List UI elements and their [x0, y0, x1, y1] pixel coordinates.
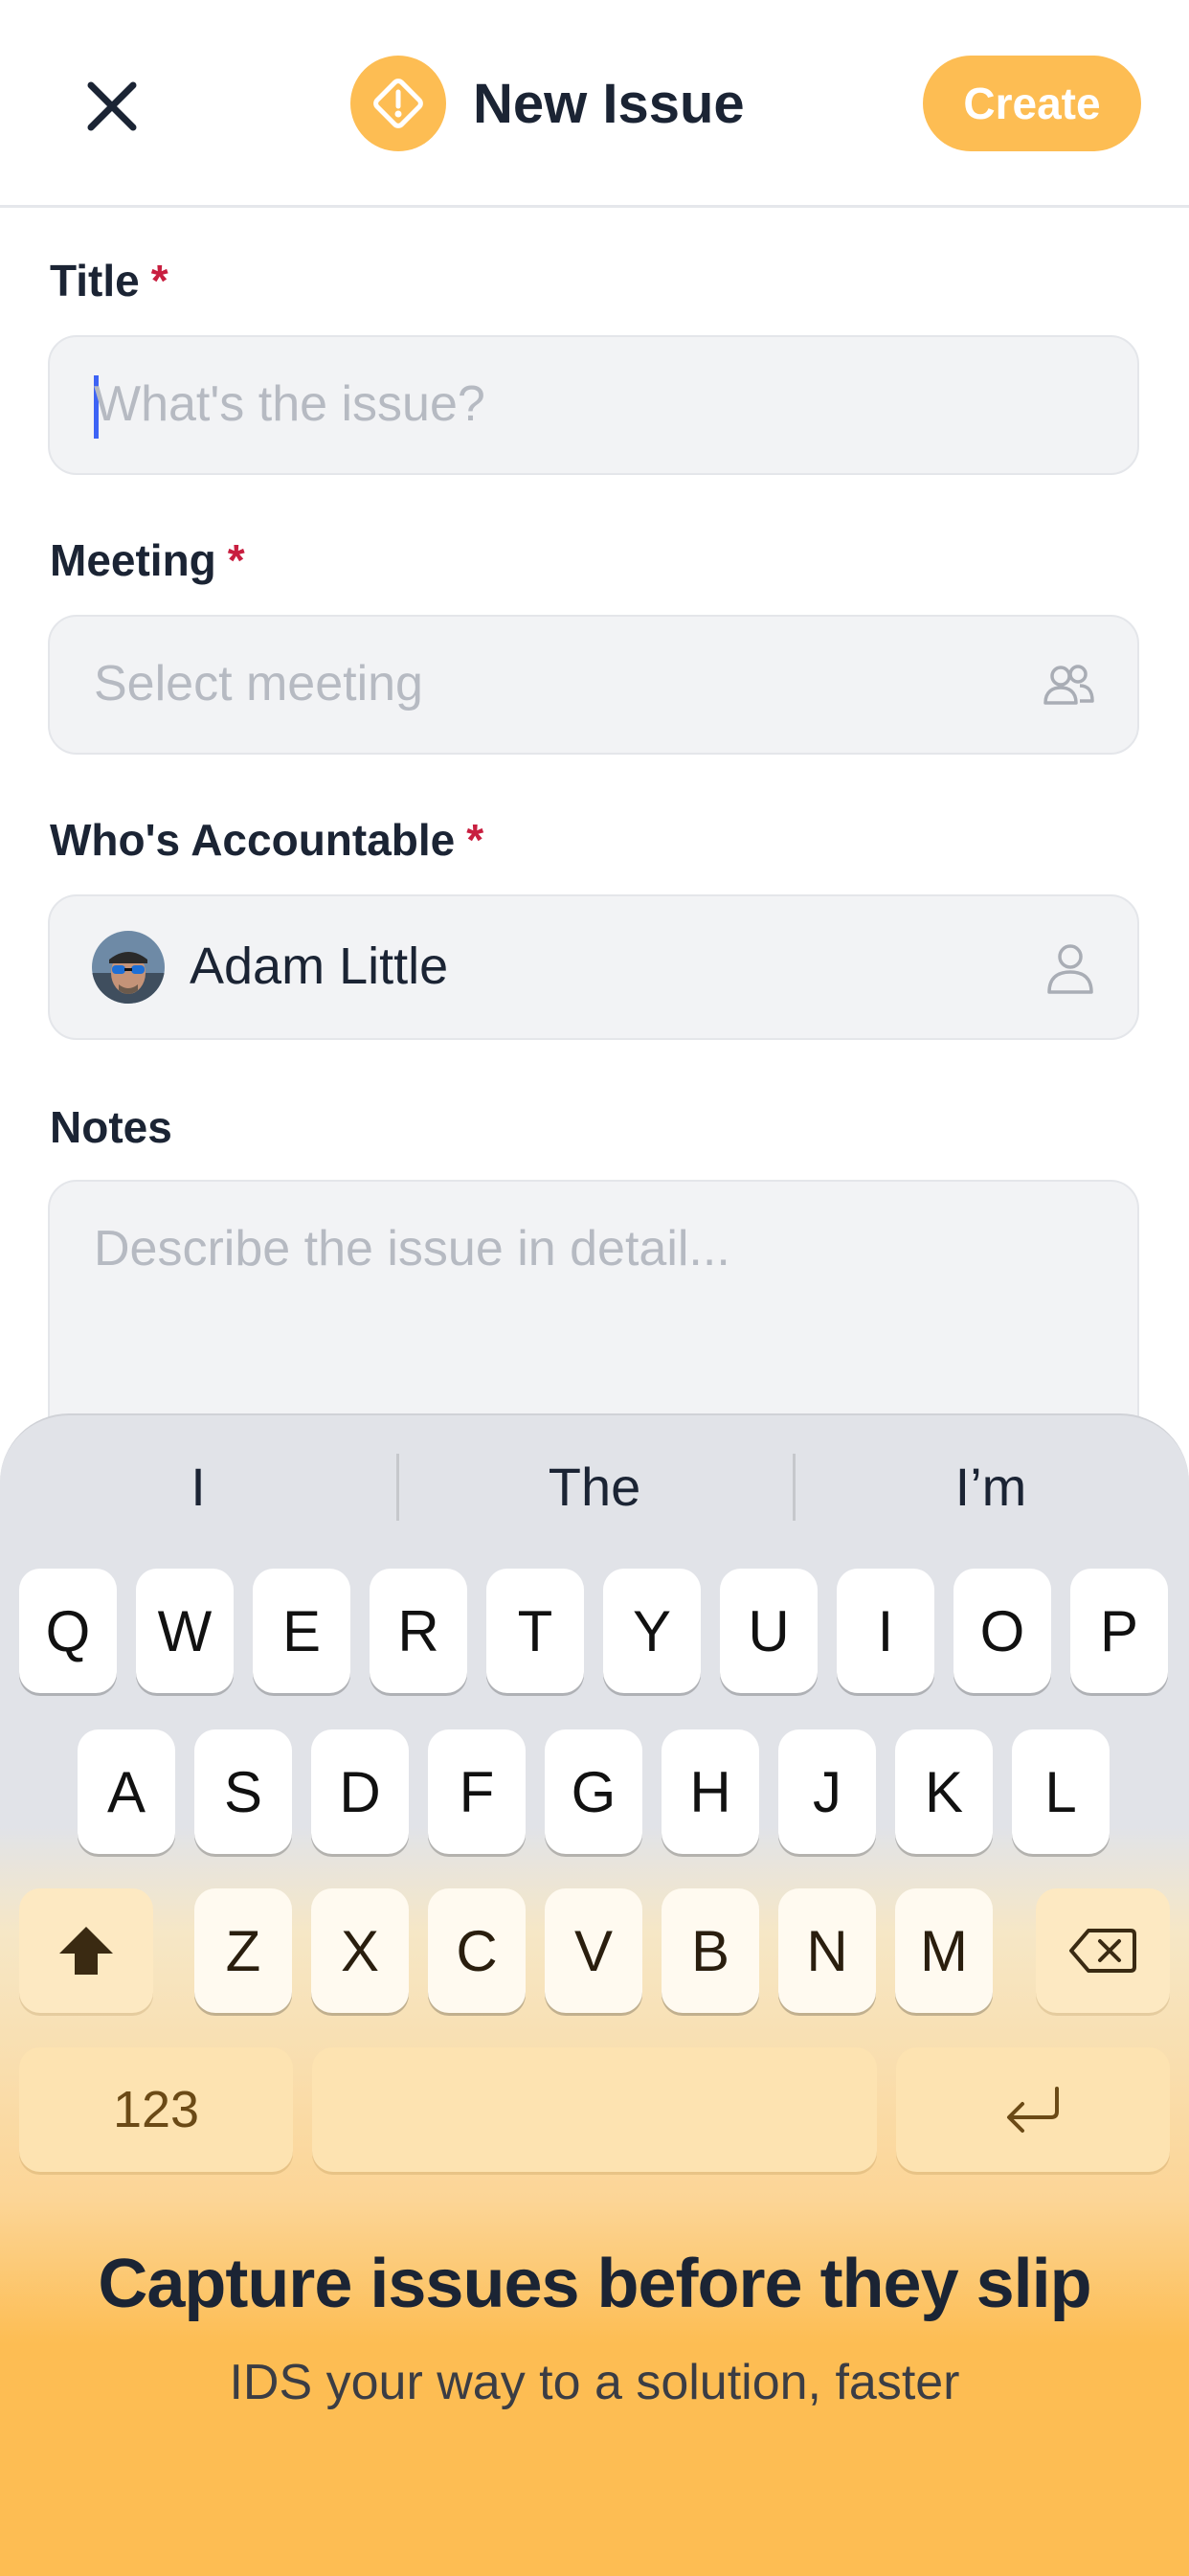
people-icon — [1043, 665, 1094, 705]
key-h[interactable]: H — [662, 1729, 759, 1854]
key-n[interactable]: N — [778, 1888, 876, 2013]
header-bar: New Issue Create — [0, 0, 1189, 208]
promo-subtitle: IDS your way to a solution, faster — [229, 2355, 960, 2410]
required-marker: * — [466, 815, 484, 865]
numbers-key[interactable]: 123 — [19, 2047, 293, 2172]
suggestion-item[interactable]: I — [0, 1438, 396, 1534]
return-icon — [1007, 2087, 1059, 2133]
notes-placeholder: Describe the issue in detail... — [94, 1221, 730, 1277]
meeting-placeholder: Select meeting — [94, 656, 423, 712]
meeting-label-text: Meeting — [50, 535, 216, 585]
key-z[interactable]: Z — [194, 1888, 292, 2013]
title-label-text: Title — [50, 256, 140, 305]
shift-key[interactable] — [19, 1888, 153, 2013]
key-q[interactable]: Q — [19, 1569, 117, 1693]
close-icon — [87, 81, 137, 131]
required-marker: * — [227, 535, 245, 585]
notes-label: Notes — [50, 1101, 172, 1153]
accountable-label-text: Who's Accountable — [50, 815, 456, 865]
page-title: New Issue — [473, 72, 745, 135]
key-k[interactable]: K — [895, 1729, 993, 1854]
key-c[interactable]: C — [428, 1888, 526, 2013]
key-d[interactable]: D — [311, 1729, 409, 1854]
key-m[interactable]: M — [895, 1888, 993, 2013]
key-f[interactable]: F — [428, 1729, 526, 1854]
key-o[interactable]: O — [953, 1569, 1051, 1693]
key-b[interactable]: B — [662, 1888, 759, 2013]
key-a[interactable]: A — [78, 1729, 175, 1854]
key-j[interactable]: J — [778, 1729, 876, 1854]
key-p[interactable]: P — [1070, 1569, 1168, 1693]
title-label: Title * — [50, 255, 168, 306]
key-i[interactable]: I — [837, 1569, 934, 1693]
avatar — [92, 931, 165, 1004]
header-title-group: New Issue — [350, 54, 745, 153]
key-r[interactable]: R — [370, 1569, 467, 1693]
space-key[interactable] — [312, 2047, 877, 2172]
person-icon — [1047, 944, 1093, 994]
meeting-select[interactable]: Select meeting — [48, 615, 1139, 755]
suggestion-item[interactable]: The — [396, 1438, 793, 1534]
key-y[interactable]: Y — [603, 1569, 701, 1693]
accountable-value: Adam Little — [190, 938, 449, 995]
suggestion-bar: I The I’m — [0, 1438, 1189, 1534]
title-placeholder: What's the issue? — [94, 376, 485, 432]
delete-key[interactable] — [1036, 1888, 1170, 2013]
key-x[interactable]: X — [311, 1888, 409, 2013]
key-w[interactable]: W — [136, 1569, 234, 1693]
meeting-label: Meeting * — [50, 534, 245, 586]
create-button[interactable]: Create — [923, 56, 1141, 151]
accountable-label: Who's Accountable * — [50, 814, 483, 866]
close-button[interactable] — [69, 63, 155, 149]
warning-diamond-icon — [350, 56, 446, 151]
key-e[interactable]: E — [253, 1569, 350, 1693]
key-g[interactable]: G — [545, 1729, 642, 1854]
backspace-icon — [1069, 1929, 1136, 1973]
key-v[interactable]: V — [545, 1888, 642, 2013]
accountable-select[interactable]: Adam Little — [48, 894, 1139, 1040]
suggestion-item[interactable]: I’m — [793, 1438, 1189, 1534]
promo-title: Capture issues before they slip — [98, 2246, 1091, 2322]
title-input[interactable]: What's the issue? — [48, 335, 1139, 475]
key-l[interactable]: L — [1012, 1729, 1110, 1854]
key-s[interactable]: S — [194, 1729, 292, 1854]
return-key[interactable] — [896, 2047, 1170, 2172]
shift-icon — [59, 1927, 113, 1975]
required-marker: * — [150, 256, 168, 305]
notes-label-text: Notes — [50, 1102, 172, 1152]
key-t[interactable]: T — [486, 1569, 584, 1693]
key-u[interactable]: U — [720, 1569, 818, 1693]
